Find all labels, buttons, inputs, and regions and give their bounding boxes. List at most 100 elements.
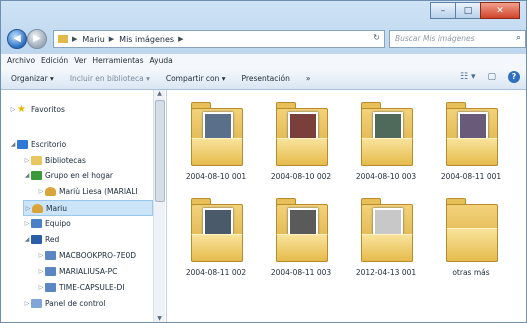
menu-archivo[interactable]: Archivo — [7, 56, 35, 65]
menu-ayuda[interactable]: Ayuda — [150, 56, 173, 65]
nav-label: Mariù Liesa (MARIALI — [59, 186, 138, 196]
nav-computer[interactable]: ▷ Equipo — [23, 216, 71, 230]
forward-button[interactable]: ▶ — [27, 29, 47, 49]
nav-favorites[interactable]: ▷ ★ Favoritos — [9, 102, 65, 116]
preview-pane-button[interactable]: ▢ — [487, 72, 496, 82]
back-button[interactable]: ◀ — [7, 29, 27, 49]
collapse-icon[interactable]: ◢ — [23, 236, 31, 243]
menu-ver[interactable]: Ver — [74, 56, 86, 65]
nav-libraries[interactable]: ▷ Bibliotecas — [23, 153, 86, 167]
folder-item[interactable]: otras más — [430, 194, 512, 286]
folder-name: 2004-08-10 001 — [185, 172, 247, 181]
nav-label: MARIALIUSA-PC — [59, 266, 118, 276]
folder-name: 2004-08-11 003 — [270, 268, 332, 277]
libraries-icon — [31, 155, 42, 165]
folder-icon — [276, 102, 328, 166]
nav-network-pc[interactable]: ▷ MACBOOKPRO-7E0D — [37, 248, 136, 262]
folder-name: 2004-08-11 001 — [440, 172, 502, 181]
file-list: 2004-08-10 001 2004-08-10 002 2004-08-10… — [167, 90, 526, 322]
change-view-button[interactable]: ☷ ▾ — [460, 72, 475, 82]
nav-label: Red — [45, 234, 60, 244]
more-commands-button[interactable]: » — [306, 74, 311, 83]
computer-icon — [45, 266, 56, 276]
menu-herramientas[interactable]: Herramientas — [92, 56, 143, 65]
share-with-button[interactable]: Compartir con ▾ — [166, 74, 226, 83]
nav-label: TIME-CAPSULE-DI — [59, 282, 125, 292]
computer-icon — [45, 282, 56, 292]
computer-icon — [45, 250, 56, 260]
expand-icon[interactable]: ▷ — [37, 284, 45, 291]
collapse-icon[interactable]: ◢ — [9, 141, 17, 148]
expand-icon[interactable]: ▷ — [37, 268, 45, 275]
scroll-up-icon[interactable]: ▲ — [154, 90, 165, 97]
slideshow-button[interactable]: Presentación — [242, 74, 290, 83]
close-button[interactable]: ✕ — [480, 2, 520, 19]
computer-icon — [31, 218, 42, 228]
expand-icon[interactable]: ▷ — [23, 157, 31, 164]
folder-icon — [276, 198, 328, 262]
expand-icon[interactable]: ▷ — [24, 205, 32, 212]
maximize-button[interactable]: □ — [455, 2, 481, 19]
expand-icon[interactable]: ▷ — [23, 220, 31, 227]
expand-icon[interactable]: ▷ — [37, 252, 45, 259]
scroll-down-icon[interactable]: ▼ — [154, 315, 165, 322]
breadcrumb-mis-imagenes[interactable]: Mis imágenes — [119, 35, 174, 44]
nav-control-panel[interactable]: ▷ Panel de control — [23, 296, 105, 310]
search-placeholder: Buscar Mis imágenes — [395, 34, 475, 43]
nav-label: MACBOOKPRO-7E0D — [59, 250, 137, 260]
scrollbar-thumb[interactable] — [155, 100, 165, 202]
folder-name: 2004-08-10 002 — [270, 172, 332, 181]
star-icon: ★ — [17, 103, 26, 115]
expand-icon[interactable]: ▷ — [9, 106, 17, 113]
folder-name: 2004-08-10 003 — [355, 172, 417, 181]
include-in-library-button[interactable]: Incluir en biblioteca ▾ — [70, 74, 150, 83]
breadcrumb-separator-icon: ▶ — [108, 35, 115, 43]
control-panel-icon — [31, 298, 42, 308]
menu-edicion[interactable]: Edición — [41, 56, 68, 65]
command-bar: Organizar ▾ Incluir en biblioteca ▾ Comp… — [1, 67, 526, 90]
expand-icon[interactable]: ▷ — [23, 300, 31, 307]
folder-item[interactable]: 2004-08-11 003 — [260, 194, 342, 286]
nav-network[interactable]: ◢ Red — [23, 232, 59, 246]
minimize-button[interactable]: – — [430, 2, 456, 19]
navigation-scrollbar[interactable]: ▲ ▼ — [153, 90, 165, 322]
expand-icon[interactable]: ▷ — [37, 188, 45, 195]
help-button[interactable]: ? — [508, 71, 520, 83]
nav-label: Bibliotecas — [45, 155, 86, 165]
breadcrumb-separator-icon: ▶ — [72, 35, 78, 43]
address-bar[interactable]: ▶ Mariu ▶ Mis imágenes ▶ ↻ — [53, 30, 385, 48]
nav-label: Favoritos — [31, 104, 65, 114]
folder-icon — [191, 102, 243, 166]
folder-item[interactable]: 2004-08-11 002 — [175, 194, 257, 286]
breadcrumb-separator-icon: ▶ — [178, 35, 184, 43]
folder-item[interactable]: 2004-08-10 003 — [345, 98, 427, 190]
refresh-button[interactable]: ↻ — [373, 33, 380, 42]
nav-desktop[interactable]: ◢ Escritorio — [9, 137, 66, 151]
folder-item[interactable]: 2012-04-13 001 — [345, 194, 427, 286]
caption-buttons: – □ ✕ — [430, 2, 520, 19]
nav-mariu[interactable]: ▷ Mariu — [23, 200, 153, 216]
explorer-window: – □ ✕ ◀ ▶ ▶ Mariu ▶ Mis imágenes ▶ ↻ Bus… — [0, 0, 527, 323]
folder-icon — [446, 102, 498, 166]
view-controls: ☷ ▾ ▢ ? — [448, 71, 520, 83]
address-row: ◀ ▶ ▶ Mariu ▶ Mis imágenes ▶ ↻ Buscar Mi… — [5, 27, 526, 49]
nav-homegroup[interactable]: ◢ Grupo en el hogar — [23, 168, 113, 182]
folder-item[interactable]: 2004-08-10 001 — [175, 98, 257, 190]
folder-icon — [361, 198, 413, 262]
nav-network-pc[interactable]: ▷ TIME-CAPSULE-DI — [37, 280, 124, 294]
search-box[interactable]: Buscar Mis imágenes ⌕ — [389, 30, 526, 48]
folder-name: 2012-04-13 001 — [355, 268, 417, 277]
nav-network-pc[interactable]: ▷ MARIALIUSA-PC — [37, 264, 117, 278]
nav-label: Equipo — [45, 218, 71, 228]
folder-item[interactable]: 2004-08-10 002 — [260, 98, 342, 190]
navigation-pane: ▷ ★ Favoritos ◢ Escritorio ▷ Bibliotecas… — [1, 90, 167, 322]
nav-homegroup-user[interactable]: ▷ Mariù Liesa (MARIALI — [37, 184, 138, 198]
menu-bar: Archivo Edición Ver Herramientas Ayuda — [1, 53, 526, 67]
folder-item[interactable]: 2004-08-11 001 — [430, 98, 512, 190]
breadcrumb-mariu[interactable]: Mariu — [82, 35, 104, 44]
homegroup-icon — [31, 170, 42, 180]
search-icon[interactable]: ⌕ — [516, 33, 521, 43]
folder-icon — [446, 198, 498, 262]
organize-button[interactable]: Organizar ▾ — [11, 74, 54, 83]
collapse-icon[interactable]: ◢ — [23, 172, 31, 179]
